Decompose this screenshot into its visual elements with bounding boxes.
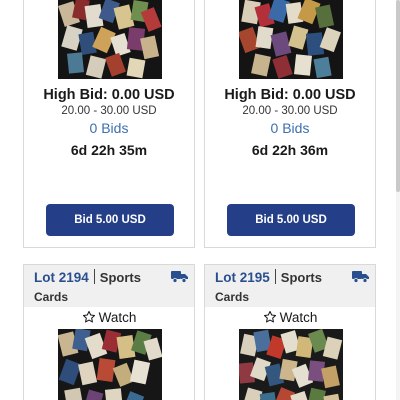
time-left: 6d 22h 36m (251, 142, 329, 158)
truck-icon (352, 271, 369, 283)
scrollbar-thumb[interactable] (396, 0, 400, 192)
time-left: 6d 22h 35m (70, 142, 148, 158)
lot-image[interactable] (239, 0, 343, 79)
lot-image[interactable] (239, 329, 343, 400)
scrollbar-track[interactable] (396, 0, 400, 400)
lot-card: Lot 2195 Sports Cards Watch (204, 264, 376, 400)
lot-header: Lot 2194 Sports Cards (24, 265, 194, 307)
watch-label: Watch (279, 310, 318, 325)
lot-title-line: Lot 2195 Sports (215, 269, 322, 285)
lot-category-continued: Cards (215, 290, 250, 304)
lot-category: Sports (280, 270, 322, 285)
lot-header: Lot 2195 Sports Cards (205, 265, 375, 307)
divider (93, 269, 95, 284)
bid-button[interactable]: Bid 5.00 USD (46, 204, 174, 236)
lot-card: High Bid: 0.00 USD 20.00 - 30.00 USD 0 B… (23, 0, 195, 248)
lot-image[interactable] (58, 0, 162, 79)
watch-toggle[interactable]: Watch (205, 310, 375, 328)
lot-category-continued: Cards (34, 290, 69, 304)
star-outline-icon (82, 310, 95, 323)
watch-label: Watch (98, 310, 137, 325)
bids-count[interactable]: 0 Bids (24, 120, 194, 136)
high-bid: High Bid: 0.00 USD (224, 87, 356, 103)
estimate-range: 20.00 - 30.00 USD (242, 105, 338, 117)
star-outline-icon (263, 310, 276, 323)
lot-card: Lot 2194 Sports Cards Watch (23, 264, 195, 400)
lot-number[interactable]: Lot 2195 (215, 270, 270, 285)
bid-button[interactable]: Bid 5.00 USD (227, 204, 355, 236)
divider (274, 269, 276, 284)
bids-count[interactable]: 0 Bids (205, 120, 375, 136)
watch-toggle[interactable]: Watch (24, 310, 194, 328)
truck-icon (171, 271, 188, 283)
lot-number[interactable]: Lot 2194 (34, 270, 89, 285)
lot-card: High Bid: 0.00 USD 20.00 - 30.00 USD 0 B… (204, 0, 376, 248)
lot-title-line: Lot 2194 Sports (34, 269, 141, 285)
lot-image[interactable] (58, 329, 162, 400)
auction-lot-grid: High Bid: 0.00 USD 20.00 - 30.00 USD 0 B… (0, 0, 400, 400)
high-bid: High Bid: 0.00 USD (43, 87, 175, 103)
lot-category: Sports (99, 270, 141, 285)
estimate-range: 20.00 - 30.00 USD (61, 105, 157, 117)
